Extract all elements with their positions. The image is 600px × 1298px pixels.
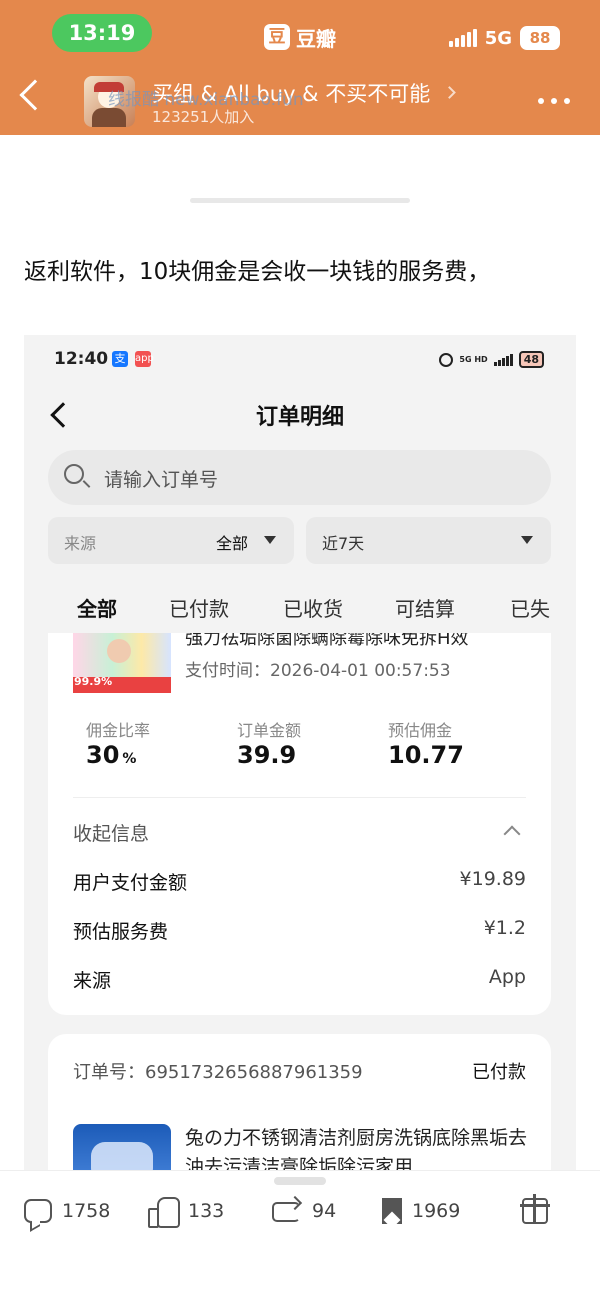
shot-status-time: 12:40 [54,349,109,369]
repost-count: 94 [312,1200,337,1222]
shot-order-card-2: 订单号：6951732656887961359 已付款 兔の力不锈钢清洁剂厨房洗… [48,1034,551,1170]
like-count: 133 [188,1200,225,1222]
commission-rate-value: 30% [86,741,137,769]
thumbs-up-icon [148,1197,180,1228]
product-name: 兔の力不锈钢清洁剂厨房洗锅底除黑垢去油去污清洁膏除垢除污家用 [185,1127,528,1170]
chevron-right-icon[interactable] [443,86,456,99]
shot-signal-icon [493,353,513,366]
order-number: 订单号：6951732656887961359 [73,1062,363,1083]
shot-page-title: 订单明细 [255,405,344,430]
top-header: 13:19 豆 豆瓣 5G 88 买组 & All buy & 不买不可能 12… [0,0,600,135]
shot-period-filter: 近7天 [306,517,551,564]
network-type: 5G [484,27,512,49]
repost-icon [270,1198,302,1224]
gift-icon [520,1194,550,1224]
app-notification-icon: app [135,351,154,367]
status-right: 5G 88 [448,26,560,50]
shot-network: 5G HD [459,355,488,364]
alarm-icon [439,352,454,367]
bottom-action-bar: 1758 133 94 1969 [0,1170,600,1298]
comment-count: 1758 [62,1200,111,1222]
comment-icon [24,1199,52,1223]
like-button[interactable]: 133 [148,1193,224,1229]
watermark: 线报酷 new.xianbao.fun [108,90,304,110]
collect-button[interactable]: 1969 [382,1193,460,1229]
shot-search-bar: 请输入订单号 [48,450,551,505]
product-name: 强力祛垢除菌除螨除霉除味免拆H效 [185,633,469,649]
shot-tab-received: 已收货 [283,597,343,621]
back-button[interactable] [19,79,51,111]
est-commission-label: 预估佣金 [388,721,453,740]
signal-icon [448,29,477,47]
caret-down-icon [264,536,276,544]
shot-source-filter: 来源 全部 [48,517,294,564]
est-commission-value: 10.77 [388,741,464,769]
post-image[interactable]: 12:40 支 app 5G HD 48 订单明细 请输入订单号 来源 全部 近… [24,335,576,1170]
drag-handle[interactable] [274,1177,326,1185]
shot-tab-invalid: 已失 [510,597,550,621]
search-icon [64,464,84,484]
faded-divider [190,198,410,203]
app-brand: 豆 豆瓣 [264,22,336,52]
shot-order-card-1: 99.9% 强力祛垢除菌除螨除霉除味免拆H效 支付时间：2026-04-01 0… [48,633,551,1015]
order-amount-value: 39.9 [237,741,297,769]
collect-count: 1969 [412,1200,461,1222]
shot-battery-icon: 48 [518,351,544,368]
shot-tab-paid: 已付款 [169,597,229,621]
pay-time: 支付时间：2026-04-01 00:57:53 [185,661,451,681]
order-amount-label: 订单金额 [237,721,302,740]
shot-tabs: 全部 已付款 已收货 可结算 已失 [24,583,576,633]
shot-tab-settleable: 可结算 [395,597,455,621]
row-value: ¥19.89 [459,868,526,890]
repost-button[interactable]: 94 [270,1193,336,1229]
row-value: ¥1.2 [483,917,526,939]
period-filter-value: 近7天 [322,534,365,553]
chevron-up-icon [503,825,521,843]
product-thumbnail [73,1124,171,1170]
source-filter-label: 来源 [64,534,97,553]
douban-logo-icon: 豆 [264,24,290,50]
product-thumbnail: 99.9% [73,633,171,693]
source-filter-value: 全部 [215,534,248,553]
shot-tab-all: 全部 [77,597,117,621]
divider [73,797,526,798]
app-name: 豆瓣 [296,26,336,51]
alipay-icon: 支 [112,351,128,367]
battery-icon: 88 [520,26,560,50]
caret-down-icon [521,536,533,544]
status-time: 13:19 [52,14,152,52]
order-status: 已付款 [472,1062,526,1083]
gift-button[interactable] [520,1193,550,1229]
collapse-info-label: 收起信息 [73,823,150,845]
shot-search-placeholder: 请输入订单号 [104,469,219,491]
comment-button[interactable]: 1758 [24,1193,110,1229]
commission-rate-label: 佣金比率 [86,721,151,740]
more-icon[interactable] [538,98,570,104]
row-label: 用户支付金额 [73,872,188,894]
row-label: 预估服务费 [73,921,169,943]
row-label: 来源 [73,970,112,992]
bookmark-icon [382,1198,402,1224]
row-value: App [488,966,526,988]
post-text: 返利软件，10块佣金是会收一块钱的服务费， [24,259,491,285]
shot-status-right: 5G HD 48 [439,351,544,368]
thumbnail-badge: 99.9% [74,675,113,688]
